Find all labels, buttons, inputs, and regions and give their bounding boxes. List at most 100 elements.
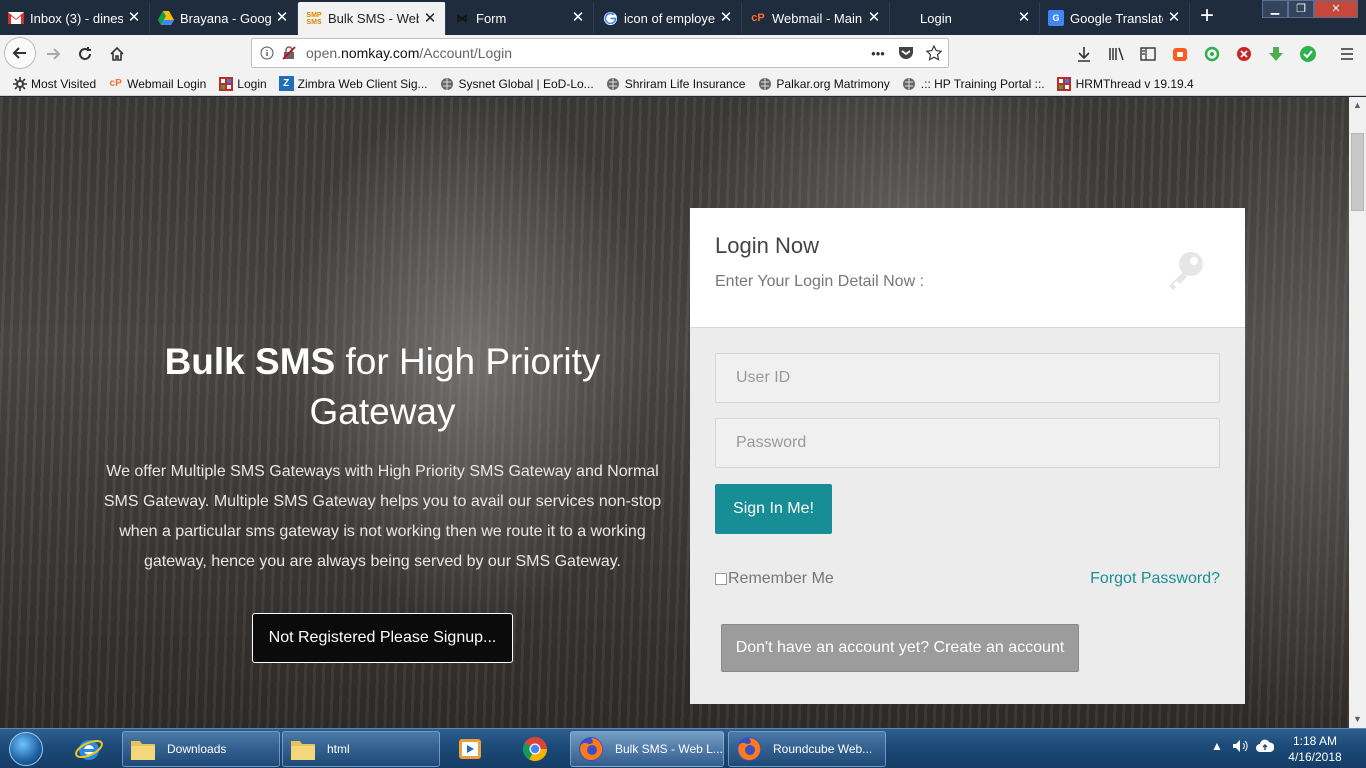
extension-green-ring-icon[interactable] <box>1201 43 1223 65</box>
internet-explorer-icon[interactable] <box>62 731 116 767</box>
bookmark-sysnet[interactable]: Sysnet Global | EoD-Lo... <box>440 76 594 91</box>
google-drive-icon <box>158 10 174 26</box>
download-icon[interactable] <box>1073 43 1095 65</box>
taskbar-item-label: html <box>327 742 350 756</box>
folder-icon <box>129 735 157 763</box>
taskbar-html-folder[interactable]: html <box>282 731 440 767</box>
forgot-password-link[interactable]: Forgot Password? <box>1090 570 1220 588</box>
home-button[interactable] <box>102 39 132 69</box>
close-icon[interactable]: ✕ <box>1167 10 1181 25</box>
close-icon[interactable]: ✕ <box>423 11 437 26</box>
password-input[interactable] <box>715 418 1220 468</box>
volume-icon[interactable] <box>1232 739 1248 756</box>
login-title: Login Now <box>715 233 819 258</box>
navigation-toolbar: open.nomkay.com/Account/Login ••• <box>0 35 1366 72</box>
menu-icon[interactable] <box>1336 43 1358 65</box>
reload-button[interactable] <box>70 39 100 69</box>
sign-in-button[interactable]: Sign In Me! <box>715 484 832 534</box>
tab-google-drive[interactable]: Brayana - Googl ✕ <box>150 3 298 33</box>
page-actions-icon[interactable]: ••• <box>864 42 892 64</box>
login-form: Sign In Me! Remember Me Forgot Password?… <box>690 328 1245 704</box>
taskbar-bulk-sms[interactable]: Bulk SMS - Web L... <box>570 731 724 767</box>
bookmark-login[interactable]: Login <box>218 76 267 91</box>
forward-button[interactable] <box>38 39 68 69</box>
blank-page-icon <box>898 10 914 26</box>
sidebar-icon[interactable] <box>1137 43 1159 65</box>
bookmark-shriram[interactable]: Shriram Life Insurance <box>606 76 745 91</box>
taskbar-item-label: Bulk SMS - Web L... <box>615 742 723 756</box>
maximize-button[interactable]: ❐ <box>1288 0 1314 18</box>
bookmark-label: .:: HP Training Portal ::. <box>920 76 1045 91</box>
insecure-lock-icon[interactable] <box>278 42 300 64</box>
sms-logo-icon: SMP SMS <box>306 11 322 26</box>
taskbar-item-label: Roundcube Web... <box>773 742 873 756</box>
bookmark-palkar[interactable]: Palkar.org Matrimony <box>757 76 890 91</box>
arrow-left-icon <box>12 47 26 59</box>
remember-me[interactable]: Remember Me <box>715 570 834 588</box>
bookmark-most-visited[interactable]: Most Visited <box>12 76 96 91</box>
tab-google-translate[interactable]: G Google Translate ✕ <box>1040 3 1190 33</box>
close-icon[interactable]: ✕ <box>275 10 289 25</box>
bookmark-star-icon[interactable] <box>920 42 948 64</box>
address-bar[interactable]: open.nomkay.com/Account/Login ••• <box>251 38 949 68</box>
close-icon[interactable]: ✕ <box>571 10 585 25</box>
info-icon[interactable] <box>256 42 278 64</box>
start-button[interactable] <box>4 730 48 768</box>
taskbar-roundcube[interactable]: Roundcube Web... <box>728 731 886 767</box>
scroll-up-icon[interactable]: ▲ <box>1349 97 1366 114</box>
login-card: Login Now Enter Your Login Detail Now : … <box>690 208 1245 704</box>
cpanel-icon: cP <box>751 12 765 24</box>
bookmark-webmail-login[interactable]: cP Webmail Login <box>108 76 207 91</box>
login-subtitle: Enter Your Login Detail Now : <box>715 273 925 290</box>
signup-button[interactable]: Not Registered Please Signup... <box>252 613 513 663</box>
windows-taskbar: Downloads html Bulk SMS - Web L... Round… <box>0 728 1366 768</box>
chrome-icon[interactable] <box>508 731 562 767</box>
bookmark-zimbra[interactable]: Z Zimbra Web Client Sig... <box>278 76 428 91</box>
bookmark-label: HRMThread v 19.19.4 <box>1075 76 1194 91</box>
globe-icon <box>757 76 772 91</box>
extension-orange-icon[interactable] <box>1169 43 1191 65</box>
tab-webmail[interactable]: cP Webmail - Main ✕ <box>742 3 890 33</box>
check-icon[interactable] <box>1297 43 1319 65</box>
bookmark-hrmthread[interactable]: HRMThread v 19.19.4 <box>1057 76 1194 91</box>
close-icon[interactable]: ✕ <box>1017 10 1031 25</box>
close-icon[interactable]: ✕ <box>867 10 881 25</box>
taskbar-downloads[interactable]: Downloads <box>122 731 280 767</box>
window-close-button[interactable]: ✕ <box>1314 0 1358 18</box>
bookmark-label: Login <box>237 76 267 91</box>
remember-me-checkbox[interactable] <box>715 573 727 585</box>
cpanel-icon: cP <box>109 78 122 89</box>
tab-gmail[interactable]: Inbox (3) - dines ✕ <box>0 3 150 33</box>
cloud-upload-icon[interactable] <box>1256 739 1275 756</box>
minimize-button[interactable]: ▁ <box>1262 0 1288 18</box>
close-icon[interactable]: ✕ <box>127 10 141 25</box>
tab-login[interactable]: Login ✕ <box>890 3 1040 33</box>
tab-form[interactable]: ⋈ Form ✕ <box>446 3 594 33</box>
user-id-input[interactable] <box>715 353 1220 403</box>
system-clock[interactable]: 1:18 AM 4/16/2018 <box>1280 733 1350 765</box>
page-scrollbar[interactable]: ▲ ▼ <box>1349 97 1366 728</box>
scrollbar-thumb[interactable] <box>1351 133 1364 211</box>
tab-label: icon of employe <box>624 10 715 26</box>
download-helper-icon[interactable] <box>1265 43 1287 65</box>
scroll-down-icon[interactable]: ▼ <box>1349 711 1366 728</box>
globe-icon <box>902 76 917 91</box>
url-text[interactable]: open.nomkay.com/Account/Login <box>306 45 864 61</box>
tab-label: Google Translate <box>1070 10 1163 26</box>
show-hidden-icons[interactable]: ▲ <box>1211 739 1223 753</box>
reload-icon <box>79 47 91 60</box>
zimbra-icon: Z <box>278 76 294 91</box>
back-button[interactable] <box>4 37 36 69</box>
tab-label: Inbox (3) - dines <box>30 10 123 26</box>
media-player-icon[interactable] <box>443 731 497 767</box>
blocker-icon[interactable] <box>1233 43 1255 65</box>
close-icon[interactable]: ✕ <box>719 10 733 25</box>
library-icon[interactable] <box>1105 43 1127 65</box>
bookmark-label: Sysnet Global | EoD-Lo... <box>458 76 594 91</box>
tab-bulk-sms[interactable]: SMP SMS Bulk SMS - Web ✕ <box>298 2 446 35</box>
pocket-icon[interactable] <box>892 42 920 64</box>
create-account-button[interactable]: Don't have an account yet? Create an acc… <box>721 624 1079 672</box>
bookmark-hp-training[interactable]: .:: HP Training Portal ::. <box>902 76 1045 91</box>
new-tab-button[interactable]: + <box>1196 4 1218 30</box>
tab-google-search[interactable]: icon of employe ✕ <box>594 3 742 33</box>
